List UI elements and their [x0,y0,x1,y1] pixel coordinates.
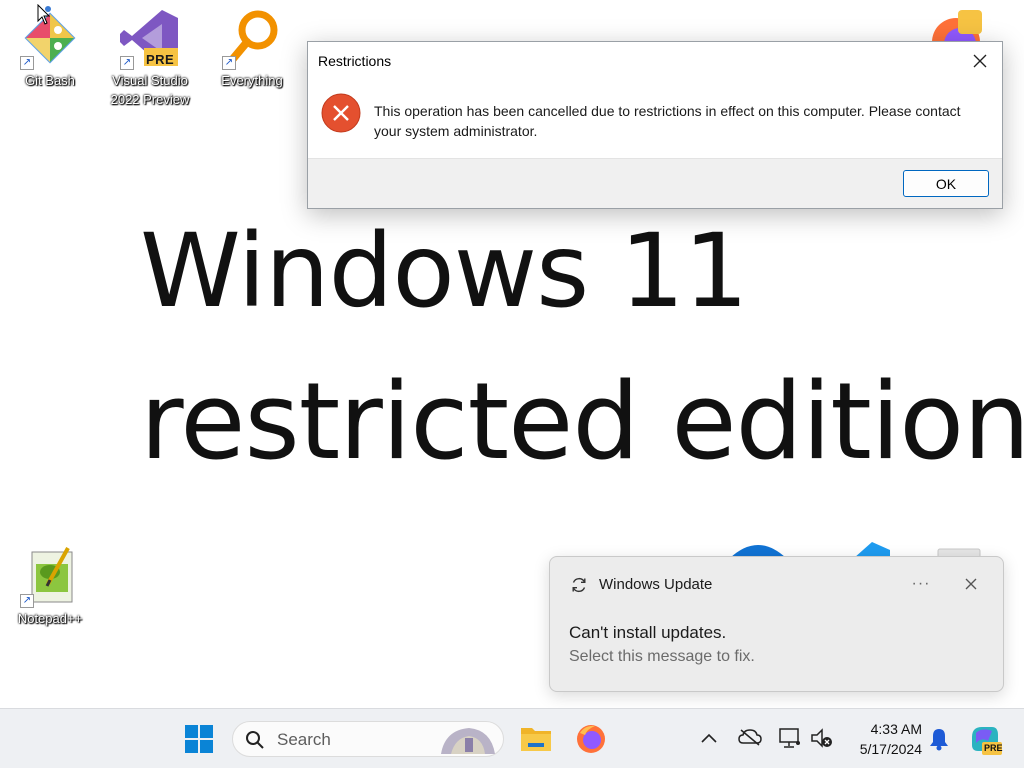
close-icon [973,54,987,68]
dialog-close-button[interactable] [958,42,1002,80]
pre-badge: PRE [146,52,175,67]
firefox-icon [577,725,605,753]
notepad-plus-plus-icon: ↗ [18,544,82,608]
dialog-footer: OK [308,158,1002,208]
taskbar: Search 4:33 AM 5/17/2024 PRE [0,708,1024,768]
shortcut-arrow-icon: ↗ [20,594,34,608]
windows-update-notification[interactable]: Windows Update ··· Can't install updates… [549,556,1004,692]
notification-close-button[interactable] [960,573,982,595]
show-hidden-icons-button[interactable] [700,731,718,749]
network-tray-button[interactable] [778,727,802,754]
dialog-title: Restrictions [318,53,392,69]
desktop-icon-label: Notepad++ [17,611,83,626]
notification-subtitle: Select this message to fix. [569,648,755,665]
copilot-pre-badge: PRE [984,743,1003,753]
firefox-taskbar-button[interactable] [575,723,607,760]
volume-muted-icon [811,728,832,748]
volume-tray-button[interactable] [810,727,834,754]
desktop-icon-label: Git Bash [25,73,75,88]
folder-icon [521,728,551,751]
taskbar-search-box[interactable]: Search [232,721,504,757]
desktop-icon-label: Everything [221,73,283,88]
shortcut-arrow-icon: ↗ [120,56,134,70]
notifications-button[interactable] [929,727,949,756]
wallpaper-line-2: restricted edition [140,360,1024,483]
desktop-icon-notepad-plus-plus[interactable]: ↗ Notepad++ [4,544,96,628]
shortcut-arrow-icon: ↗ [222,56,236,70]
error-icon [321,93,361,133]
clock-time: 4:33 AM [870,721,922,737]
everything-search-icon: ↗ [220,6,284,70]
onedrive-tray-button[interactable] [738,727,762,752]
desktop-icon-label: Visual Studio 2022 Preview [110,73,190,107]
clock-date: 5/17/2024 [859,741,922,757]
shortcut-arrow-icon: ↗ [20,56,34,70]
dialog-message: This operation has been cancelled due to… [374,103,961,139]
search-highlight-icon [441,728,495,754]
windows-logo-icon [185,725,213,753]
start-button[interactable] [184,724,214,759]
visual-studio-preview-icon: PRE ↗ [118,6,182,70]
notification-app-name: Windows Update [599,576,713,593]
file-explorer-taskbar-button[interactable] [520,723,552,758]
close-icon [965,578,977,590]
network-icon [779,728,800,748]
dialog-body: This operation has been cancelled due to… [308,80,1002,159]
sync-icon [570,576,588,594]
dialog-titlebar[interactable]: Restrictions [308,42,1002,80]
ok-button[interactable]: OK [903,170,989,197]
desktop-icon-everything[interactable]: ↗ Everything [206,6,298,90]
notification-title: Can't install updates. [569,623,727,642]
search-placeholder: Search [277,730,331,749]
restrictions-dialog: Restrictions This operation has been can… [307,41,1003,209]
search-icon [246,731,264,749]
desktop-icon-visual-studio[interactable]: PRE ↗ Visual Studio 2022 Preview [104,6,196,109]
bell-icon [930,729,948,751]
chevron-up-icon [701,733,717,743]
wallpaper-line-1: Windows 11 [140,212,749,331]
mouse-cursor-icon [37,4,51,25]
copilot-preview-button[interactable]: PRE [968,723,1003,762]
more-options-button[interactable]: ··· [908,571,934,597]
taskbar-clock[interactable]: 4:33 AM 5/17/2024 [860,719,922,759]
onedrive-offline-icon [738,729,762,746]
